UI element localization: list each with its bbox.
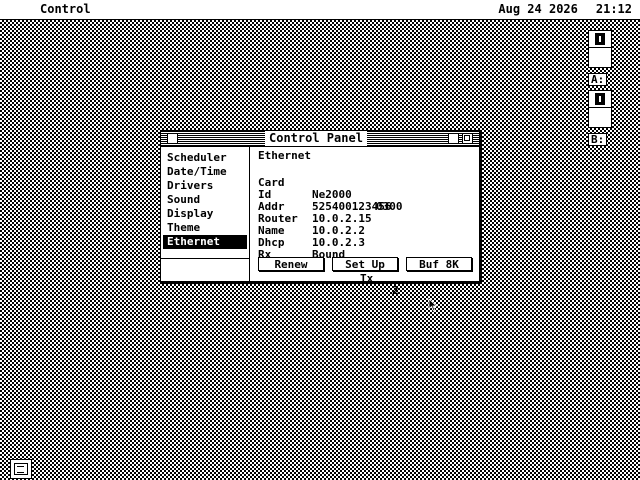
rx-tx-row: Rx 2 Tx 2 <box>258 237 474 297</box>
addr-row: Addr 10.0.2.15 <box>258 189 474 225</box>
close-box-icon[interactable] <box>167 133 178 144</box>
tx-value: 2 <box>392 284 399 297</box>
section-title: Ethernet <box>258 149 311 162</box>
drive-a-label: A: <box>588 73 608 86</box>
drive-a[interactable]: A: <box>588 30 612 87</box>
window-titlebar[interactable]: Control Panel <box>161 131 479 147</box>
sidebar-item-sound[interactable]: Sound <box>163 193 247 207</box>
control-panel-window: Control Panel Scheduler Date/Time Driver… <box>160 130 480 297</box>
minimize-box-icon[interactable] <box>448 133 459 144</box>
clock-time: 21:12 <box>595 2 632 16</box>
drive-divider <box>589 107 611 108</box>
mouse-pointer-icon <box>428 298 438 312</box>
dhcp-row: Dhcp Bound <box>258 225 474 261</box>
clock: Aug 24 2026 21:12 <box>480 0 632 19</box>
window-title: Control Panel <box>265 131 367 146</box>
document-icon[interactable] <box>10 459 32 479</box>
card-row: Card Ne2000 0300 <box>258 165 474 213</box>
drive-b[interactable]: B: <box>588 90 612 147</box>
id-row: Id 525400123456 <box>258 177 474 213</box>
sidebar-item-date-time[interactable]: Date/Time <box>163 165 247 179</box>
name-row: Name 10.0.2.3 <box>258 213 474 249</box>
sidebar-item-display[interactable]: Display <box>163 207 247 221</box>
zoom-box-icon[interactable] <box>462 133 473 144</box>
sidebar-item-drivers[interactable]: Drivers <box>163 179 247 193</box>
menu-bar: Control Aug 24 2026 21:12 <box>0 0 640 20</box>
sidebar-item-scheduler[interactable]: Scheduler <box>163 151 247 165</box>
app-menu-title[interactable]: Control <box>40 0 91 19</box>
sidebar-item-ethernet[interactable]: Ethernet <box>163 235 247 249</box>
drive-shutter <box>595 33 605 45</box>
setup-button[interactable]: Set Up <box>332 257 398 271</box>
floppy-drive-icon <box>588 90 612 128</box>
floppy-drive-icon <box>588 30 612 68</box>
drive-b-label: B: <box>588 133 608 146</box>
drive-divider <box>589 47 611 48</box>
button-row: Renew Set Up Buf 8K <box>258 257 474 273</box>
sidebar: Scheduler Date/Time Drivers Sound Displa… <box>161 147 250 281</box>
sidebar-item-theme[interactable]: Theme <box>163 221 247 235</box>
ethernet-panel: Ethernet Card Ne2000 0300 Id 52540012345… <box>258 149 474 297</box>
renew-button[interactable]: Renew <box>258 257 324 271</box>
drive-shutter <box>595 93 605 105</box>
buffer-size-button[interactable]: Buf 8K <box>406 257 472 271</box>
sidebar-footer <box>161 258 249 281</box>
router-row: Router 10.0.2.2 <box>258 201 474 237</box>
sidebar-list: Scheduler Date/Time Drivers Sound Displa… <box>163 151 247 258</box>
tx-label: Tx <box>360 272 374 285</box>
clock-date: Aug 24 2026 <box>498 2 578 16</box>
